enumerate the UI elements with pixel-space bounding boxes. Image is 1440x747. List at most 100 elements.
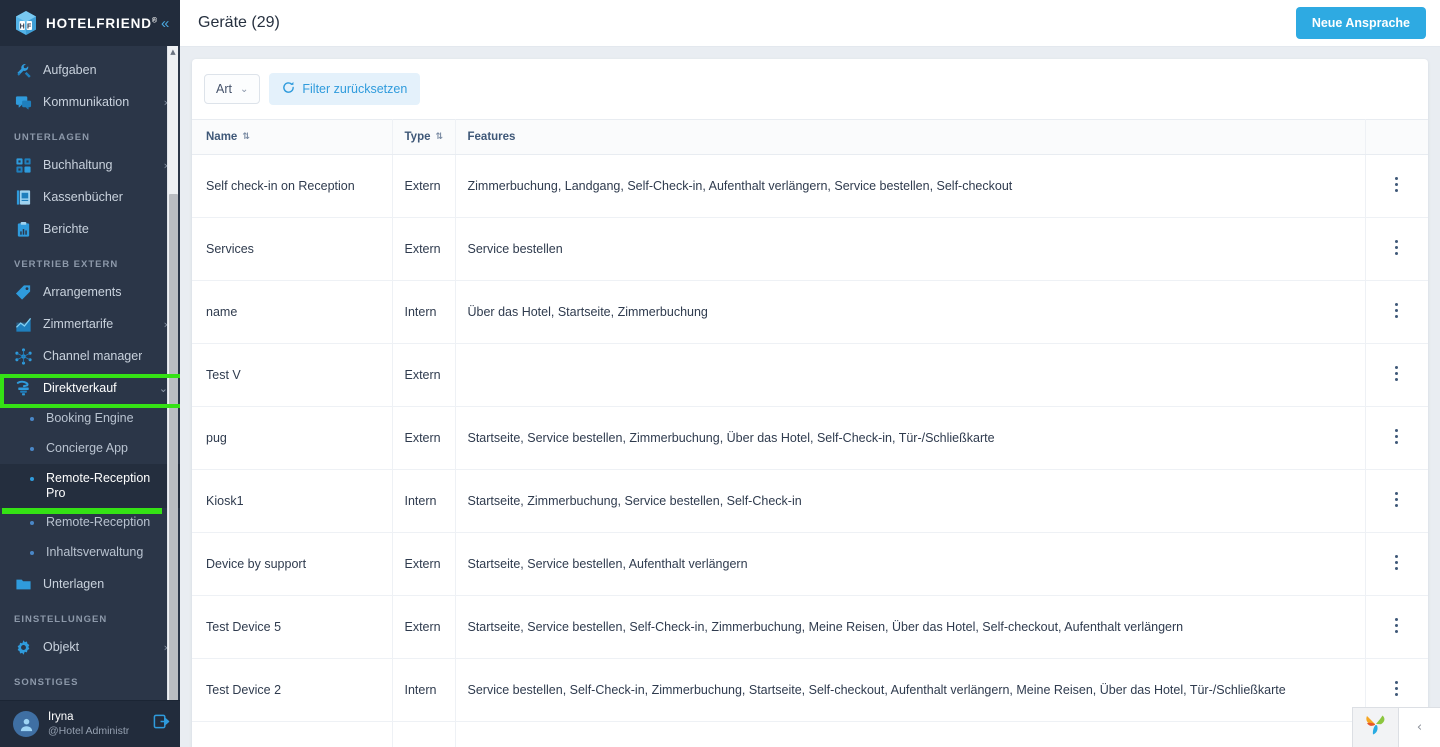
neue-ansprache-button[interactable]: Neue Ansprache bbox=[1295, 7, 1426, 39]
cell-features: Über das Hotel, Startseite, Zimmerbuchun… bbox=[455, 280, 1366, 344]
cell-type: Extern bbox=[392, 406, 456, 470]
column-header-features-label: Features bbox=[467, 131, 516, 143]
brand-name: HOTELFRIEND® bbox=[46, 16, 158, 31]
cell-features: Startseite, Service bestellen, Tür-/Schl… bbox=[455, 721, 1366, 747]
sidebar-section-vertrieb-extern: VERTRIEB EXTERN bbox=[14, 259, 119, 270]
sidebar-item-label: Buchhaltung bbox=[43, 158, 113, 172]
sidebar-section-sonstiges: SONSTIGES bbox=[14, 677, 79, 688]
column-header-type[interactable]: Type ⇅ bbox=[392, 119, 456, 155]
table-row[interactable]: name Intern Über das Hotel, Startseite, … bbox=[192, 280, 1428, 344]
kebab-menu-icon[interactable] bbox=[1386, 296, 1407, 325]
column-header-name-label: Name bbox=[206, 131, 238, 143]
sidebar-item-arrangements[interactable]: Arrangements bbox=[0, 276, 180, 308]
cell-name: Services bbox=[192, 217, 393, 281]
sidebar-subitem-booking-engine[interactable]: Booking Engine bbox=[0, 404, 180, 434]
kebab-menu-icon[interactable] bbox=[1386, 233, 1407, 262]
table-row[interactable]: Device by support Extern Startseite, Ser… bbox=[192, 532, 1428, 596]
kebab-menu-icon[interactable] bbox=[1386, 422, 1407, 451]
kebab-menu-icon[interactable] bbox=[1386, 674, 1407, 703]
table-row[interactable]: Test Device 2 Intern Service bestellen, … bbox=[192, 658, 1428, 722]
sidebar-item-kassenbuecher[interactable]: Kassenbücher bbox=[0, 181, 180, 213]
top-bar: Geräte (29) Neue Ansprache bbox=[180, 0, 1440, 47]
cell-type: Extern bbox=[392, 217, 456, 281]
sidebar-item-zimmertarife[interactable]: Zimmertarife › bbox=[0, 308, 180, 340]
table-row[interactable]: Test Device 5 Extern Startseite, Service… bbox=[192, 595, 1428, 659]
scroll-up-arrow-icon[interactable]: ▲ bbox=[168, 46, 178, 57]
sidebar-item-aufgaben[interactable]: Aufgaben bbox=[0, 54, 180, 86]
chat-launcher-button[interactable] bbox=[1352, 707, 1398, 747]
table-row[interactable]: pug Extern Startseite, Service bestellen… bbox=[192, 406, 1428, 470]
devices-table: Name ⇅ Type ⇅ Features Self check-in on … bbox=[192, 119, 1428, 747]
cell-actions bbox=[1365, 595, 1428, 659]
sidebar-item-direktverkauf[interactable]: Direktverkauf ⌄ bbox=[0, 372, 180, 404]
table-row[interactable]: Services Extern Service bestellen bbox=[192, 217, 1428, 281]
cell-features: Service bestellen bbox=[455, 217, 1366, 281]
svg-text:H: H bbox=[20, 23, 25, 30]
sidebar-subitem-inhaltsverwaltung[interactable]: Inhaltsverwaltung bbox=[0, 538, 180, 568]
logout-icon[interactable] bbox=[153, 713, 170, 735]
cell-name: pug bbox=[192, 406, 393, 470]
table-row[interactable]: Self check-in on Reception Extern Zimmer… bbox=[192, 154, 1428, 218]
kebab-menu-icon[interactable] bbox=[1386, 359, 1407, 388]
cell-type: Extern bbox=[392, 154, 456, 218]
table-row[interactable]: Kiosk Self Check-in Intern Startseite, S… bbox=[192, 721, 1428, 747]
reset-filter-button[interactable]: Filter zurücksetzen bbox=[269, 73, 421, 105]
cell-actions bbox=[1365, 154, 1428, 218]
sidebar-item-label: Channel manager bbox=[43, 349, 143, 363]
kebab-menu-icon[interactable] bbox=[1386, 548, 1407, 577]
column-header-type-label: Type bbox=[404, 131, 431, 143]
column-header-name[interactable]: Name ⇅ bbox=[192, 119, 393, 155]
ledger-icon bbox=[14, 188, 32, 206]
sidebar-scrollbar[interactable]: ▲ bbox=[167, 46, 178, 734]
cell-features: Zimmerbuchung, Landgang, Self-Check-in, … bbox=[455, 154, 1366, 218]
sidebar-subitem-remote-reception[interactable]: Remote-Reception bbox=[0, 508, 180, 538]
sidebar-item-unterlagen[interactable]: Unterlagen bbox=[0, 568, 180, 600]
chat-icon bbox=[14, 93, 32, 111]
cell-features: Service bestellen, Self-Check-in, Zimmer… bbox=[455, 658, 1366, 722]
sidebar-item-label: Kommunikation bbox=[43, 95, 130, 109]
kebab-menu-icon[interactable] bbox=[1386, 170, 1407, 199]
sidebar-item-buchhaltung[interactable]: Buchhaltung › bbox=[0, 149, 180, 181]
sidebar-item-channel-manager[interactable]: Channel manager bbox=[0, 340, 180, 372]
sidebar-item-objekt[interactable]: Objekt › bbox=[0, 631, 180, 663]
sidebar-item-berichte[interactable]: Berichte bbox=[0, 213, 180, 245]
sidebar-subitem-label: Remote-Reception bbox=[46, 515, 151, 529]
cell-type: Intern bbox=[392, 658, 456, 722]
sidebar-subitem-remote-reception-pro[interactable]: Remote-Reception Pro bbox=[0, 464, 180, 508]
brand-header: H F HOTELFRIEND® « bbox=[0, 0, 180, 46]
chevron-down-icon: ⌄ bbox=[239, 83, 249, 95]
sidebar-item-label: Aufgaben bbox=[43, 63, 97, 77]
sidebar-subitem-concierge-app[interactable]: Concierge App bbox=[0, 434, 180, 464]
art-filter-dropdown[interactable]: Art ⌄ bbox=[204, 74, 261, 104]
sidebar-subitem-label: Remote-Reception Pro bbox=[46, 471, 151, 500]
sidebar-item-kommunikation[interactable]: Kommunikation › bbox=[0, 86, 180, 118]
cell-features bbox=[455, 343, 1366, 407]
sort-icon[interactable]: ⇅ bbox=[436, 132, 444, 142]
scrollbar-thumb[interactable] bbox=[169, 194, 178, 734]
sidebar-user-footer: Iryna @Hotel Administr bbox=[0, 700, 180, 747]
kebab-menu-icon[interactable] bbox=[1386, 611, 1407, 640]
sort-icon[interactable]: ⇅ bbox=[242, 132, 250, 142]
column-header-actions bbox=[1365, 119, 1428, 155]
table-row[interactable]: Test V Extern bbox=[192, 343, 1428, 407]
table-row[interactable]: Kiosk1 Intern Startseite, Zimmerbuchung,… bbox=[192, 469, 1428, 533]
brand-name-text: HOTELFRIEND bbox=[46, 15, 152, 31]
cell-type: Extern bbox=[392, 595, 456, 659]
sidebar-subitem-label: Inhaltsverwaltung bbox=[46, 545, 144, 559]
sidebar-item-label: Arrangements bbox=[43, 285, 122, 299]
chat-collapse-button[interactable]: ‹ bbox=[1398, 707, 1440, 747]
page-title: Geräte (29) bbox=[198, 14, 280, 31]
refresh-icon bbox=[282, 81, 295, 97]
chevron-double-left-icon[interactable]: « bbox=[158, 14, 172, 33]
tag-icon bbox=[14, 283, 32, 301]
kebab-menu-icon[interactable] bbox=[1386, 485, 1407, 514]
bullet-icon bbox=[30, 417, 34, 421]
cell-name: Self check-in on Reception bbox=[192, 154, 393, 218]
sidebar-nav-scroll[interactable]: Aufgaben Kommunikation › UNTERLAGEN Buch… bbox=[0, 46, 180, 700]
cell-name: Kiosk Self Check-in bbox=[192, 721, 393, 747]
bullet-icon bbox=[30, 447, 34, 451]
table-body: Self check-in on Reception Extern Zimmer… bbox=[192, 154, 1428, 747]
bullet-icon bbox=[30, 521, 34, 525]
gear-icon bbox=[14, 638, 32, 656]
sidebar-item-label: Direktverkauf bbox=[43, 381, 117, 395]
